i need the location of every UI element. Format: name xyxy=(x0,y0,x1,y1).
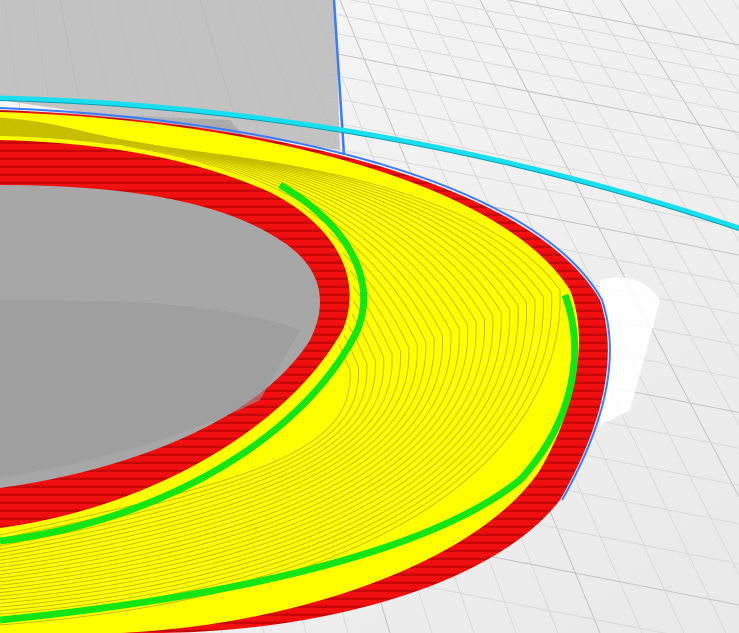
layer-preview-canvas[interactable] xyxy=(0,0,739,633)
3d-viewport[interactable] xyxy=(0,0,739,633)
